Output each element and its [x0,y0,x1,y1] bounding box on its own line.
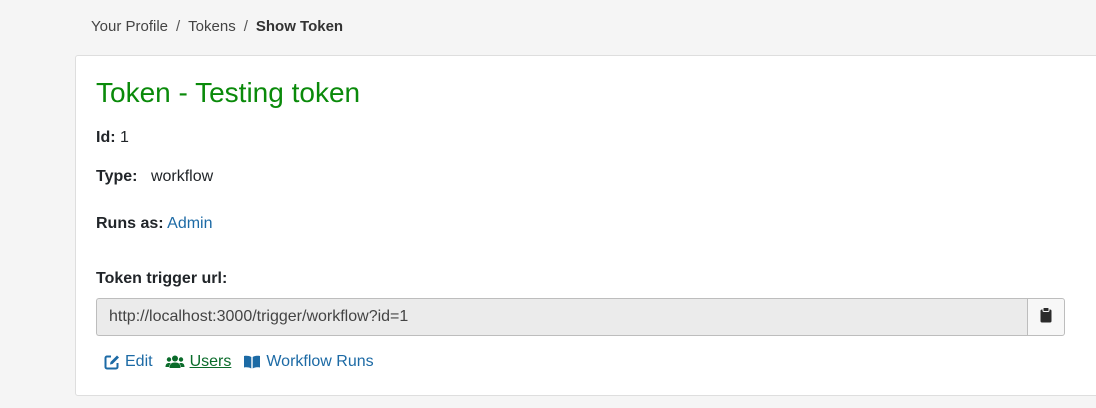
breadcrumb: Your Profile / Tokens / Show Token [91,18,343,35]
breadcrumb-separator: / [243,18,248,35]
edit-icon [104,355,119,370]
trigger-url-label: Token trigger url: [96,270,228,287]
token-id-value: 1 [120,129,129,146]
token-type-field: Type: workflow [96,168,213,186]
users-link[interactable]: Users [165,353,232,371]
token-actions: Edit Users Workflow Runs [104,353,386,371]
workflow-runs-label: Workflow Runs [266,353,374,370]
book-icon [244,355,261,369]
breadcrumb-your-profile[interactable]: Your Profile [91,18,168,35]
runs-as-field: Runs as: Admin [96,215,213,233]
clipboard-icon [1040,306,1052,328]
workflow-runs-link[interactable]: Workflow Runs [243,353,374,371]
breadcrumb-separator: / [176,18,181,35]
token-card: Token - Testing token Id: 1 Type: workfl… [75,55,1096,396]
token-id-field: Id: 1 [96,129,129,147]
users-label: Users [189,353,232,370]
edit-label: Edit [125,353,153,370]
breadcrumb-tokens[interactable]: Tokens [188,18,236,35]
trigger-url-input[interactable] [96,298,1027,336]
token-type-label: Type: [96,168,138,185]
runs-as-user-link[interactable]: Admin [167,215,212,232]
page-title: Token - Testing token [96,77,361,108]
token-id-label: Id: [96,129,116,146]
copy-url-button[interactable] [1027,298,1065,336]
edit-link[interactable]: Edit [104,353,153,371]
users-icon [165,355,185,368]
runs-as-label: Runs as: [96,215,164,232]
breadcrumb-current: Show Token [255,18,344,35]
trigger-url-group [96,298,1065,336]
token-type-value: workflow [150,168,214,185]
